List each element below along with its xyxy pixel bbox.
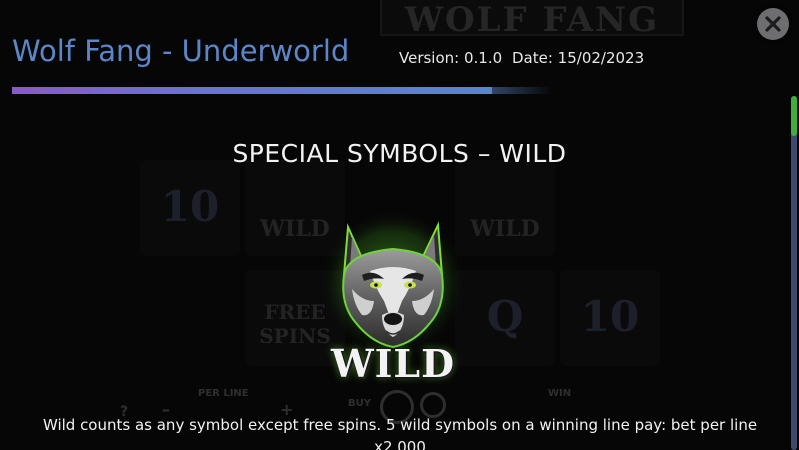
wild-description: Wild counts as any symbol except free sp… xyxy=(42,416,758,450)
background-win-label: WIN xyxy=(548,388,572,399)
close-button[interactable] xyxy=(757,8,789,40)
background-symbol: WILD xyxy=(455,160,555,256)
background-symbol-label: 10 xyxy=(160,182,220,231)
scrollbar-thumb[interactable] xyxy=(791,96,797,136)
date-info: Date: 15/02/2023 xyxy=(512,49,645,67)
background-per-line-label: PER LINE xyxy=(198,388,249,399)
background-symbol-label: Q xyxy=(486,292,524,341)
header-accent-bar-fade xyxy=(492,87,552,94)
background-symbol: Q xyxy=(455,270,555,366)
background-symbol: 10 xyxy=(140,160,240,256)
header-accent-bar xyxy=(12,87,492,94)
background-symbol-label: WILD xyxy=(470,216,540,242)
wild-symbol-label: WILD xyxy=(330,341,456,386)
version-info: Version: 0.1.0 xyxy=(399,49,503,67)
background-logo: WOLF FANG xyxy=(380,0,684,36)
section-heading: SPECIAL SYMBOLS – WILD xyxy=(232,139,567,168)
paytable-screen: WOLF FANG 10 WILD WILD FREE SPINS Q 10 P… xyxy=(0,0,799,450)
background-symbol-label: 10 xyxy=(580,292,640,341)
wolf-icon xyxy=(319,209,467,357)
game-title: Wolf Fang - Underworld xyxy=(12,34,350,68)
wild-symbol: WILD xyxy=(318,205,468,395)
close-icon xyxy=(765,16,781,32)
background-symbol: 10 xyxy=(560,270,660,366)
background-buy-label: BUY xyxy=(348,398,371,409)
